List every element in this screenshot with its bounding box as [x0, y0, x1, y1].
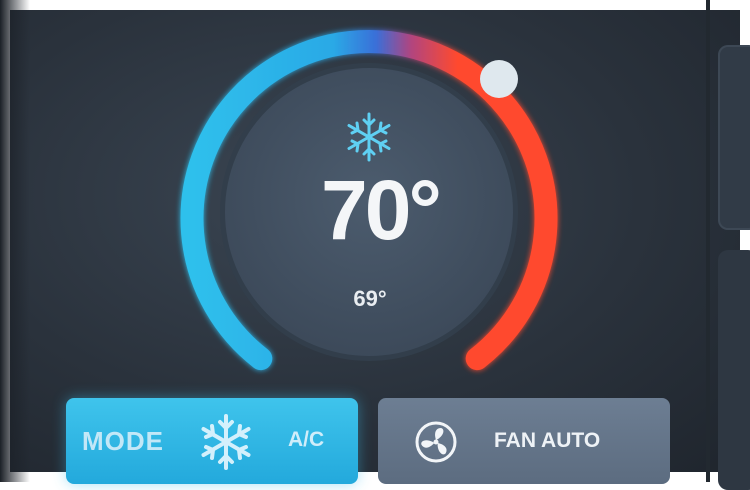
fan-icon [415, 421, 457, 463]
mode-button[interactable]: MODE A/C [66, 398, 358, 484]
setpoint-temperature: 70° [320, 163, 442, 257]
mode-value: A/C [288, 428, 325, 451]
snowflake-icon [201, 414, 251, 470]
fan-label: FAN AUTO [494, 429, 601, 452]
current-temperature: 69° [353, 286, 387, 311]
setpoint-knob[interactable] [480, 60, 518, 98]
fan-button[interactable]: FAN AUTO [378, 398, 670, 484]
mode-label: MODE [82, 426, 164, 456]
